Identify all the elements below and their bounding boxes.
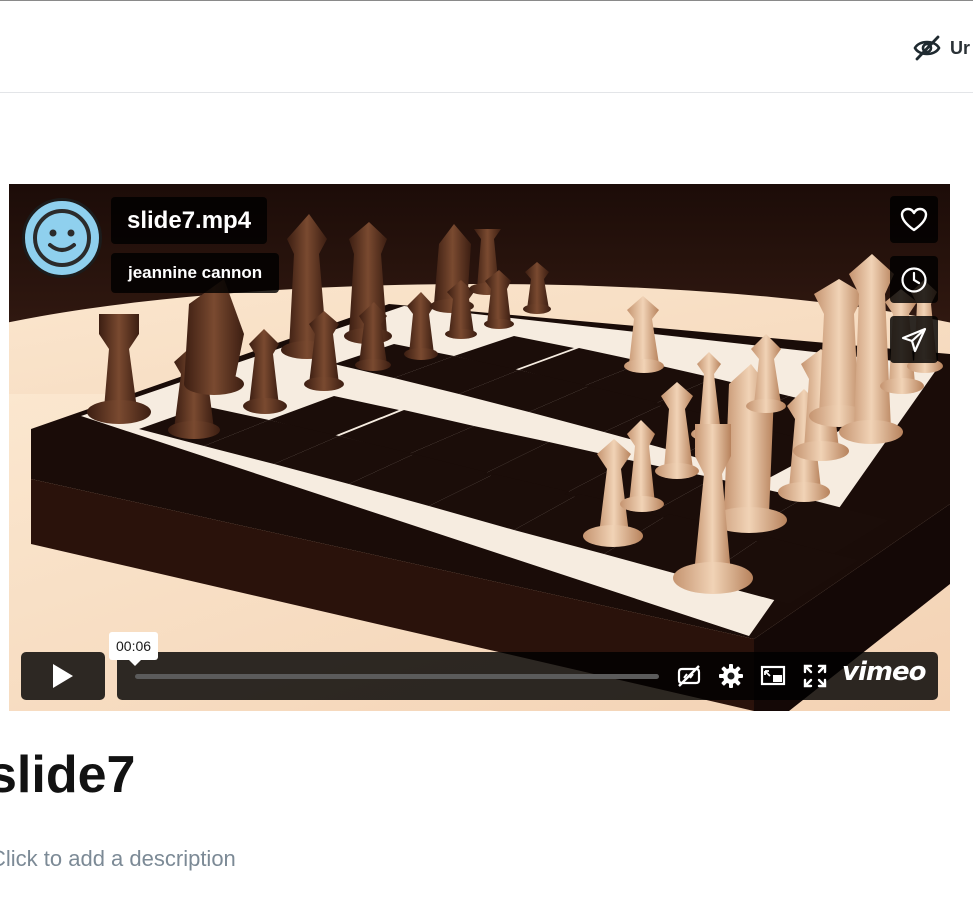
picture-in-picture-icon: [760, 665, 786, 686]
visibility-toggle[interactable]: Ur: [912, 33, 970, 63]
author-avatar[interactable]: [22, 198, 102, 278]
video-title[interactable]: slide7.mp4: [111, 197, 268, 244]
progress-track[interactable]: [135, 674, 659, 679]
heart-icon: [900, 207, 928, 231]
time-tooltip: 00:06: [109, 632, 159, 666]
fullscreen-icon: [803, 664, 827, 688]
share-button[interactable]: [890, 316, 938, 363]
description-field[interactable]: Click to add a description: [0, 846, 236, 872]
visibility-label: Ur: [950, 37, 971, 58]
fullscreen-button[interactable]: [800, 662, 830, 690]
gear-icon: [719, 664, 743, 688]
smiley-icon: [33, 209, 91, 267]
page-title[interactable]: slide7: [0, 743, 135, 807]
pip-button[interactable]: [758, 662, 788, 690]
clock-icon: [901, 266, 927, 293]
like-button[interactable]: [890, 196, 938, 243]
play-icon: [53, 664, 73, 688]
video-player[interactable]: slide7.mp4 jeannine cannon vimeo 00:06: [9, 184, 950, 711]
play-button[interactable]: [21, 652, 105, 700]
captions-off-icon: [677, 665, 701, 687]
page-header: Ur: [0, 1, 973, 93]
captions-button[interactable]: [674, 662, 704, 690]
vimeo-logo[interactable]: vimeo: [842, 657, 926, 687]
settings-button[interactable]: [716, 662, 746, 690]
watch-later-button[interactable]: [890, 256, 938, 303]
video-author[interactable]: jeannine cannon: [111, 253, 280, 293]
eye-off-icon: [913, 35, 941, 61]
send-icon: [901, 327, 927, 352]
control-bar: vimeo: [117, 652, 938, 700]
